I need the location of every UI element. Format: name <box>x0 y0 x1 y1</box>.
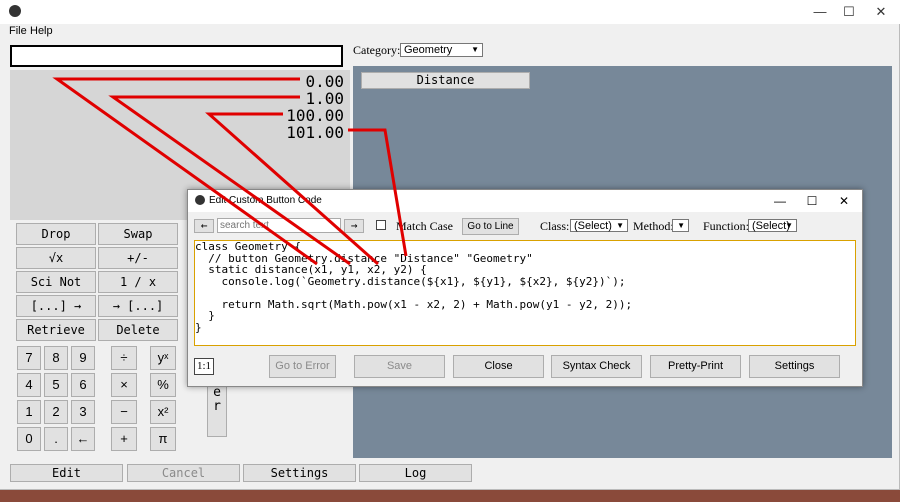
annotation-arrows <box>52 77 408 266</box>
annotation-line <box>52 77 318 266</box>
annotation-line <box>108 95 351 266</box>
annotation-line <box>348 128 408 257</box>
annotation-line <box>205 112 379 266</box>
